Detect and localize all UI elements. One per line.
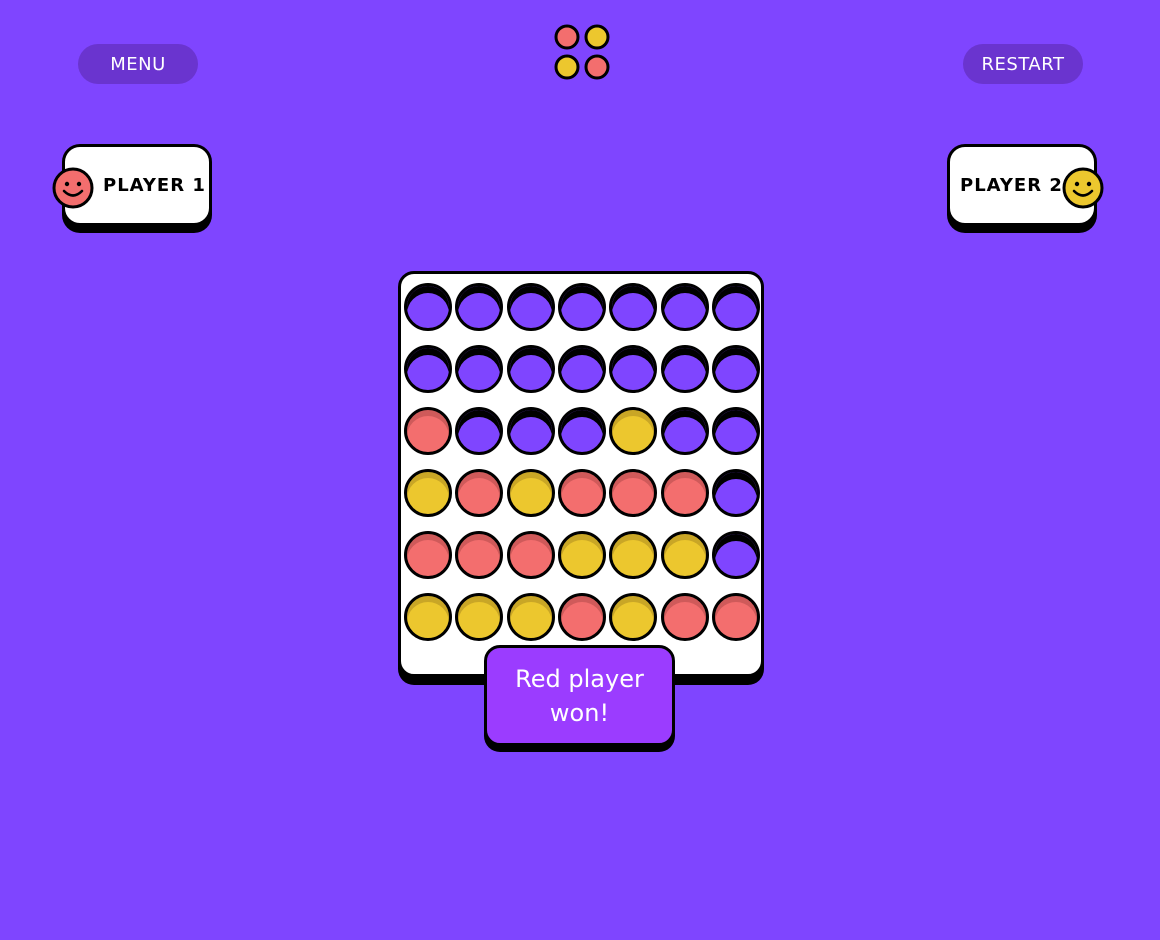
disc-yellow[interactable] xyxy=(506,469,555,517)
board-slot-empty[interactable] xyxy=(711,407,760,455)
smiley-face-icon xyxy=(1062,167,1104,209)
disc-red[interactable] xyxy=(711,593,760,641)
board-slot-empty[interactable] xyxy=(404,283,452,331)
disc-red[interactable] xyxy=(660,593,709,641)
winner-banner: Red player won! xyxy=(484,645,675,746)
disc-red[interactable] xyxy=(609,469,658,517)
menu-button[interactable]: MENU xyxy=(78,44,198,84)
board-slot-empty[interactable] xyxy=(711,345,760,393)
player-2-name: PLAYER 2 xyxy=(960,174,1063,196)
board-slot-empty[interactable] xyxy=(557,345,606,393)
four-discs-logo-icon xyxy=(554,24,610,80)
disc-red[interactable] xyxy=(455,531,504,579)
board-slot-empty[interactable] xyxy=(660,345,709,393)
board-slot-empty[interactable] xyxy=(711,531,760,579)
board-slot-empty[interactable] xyxy=(711,469,760,517)
disc-yellow[interactable] xyxy=(609,593,658,641)
player-1-card: PLAYER 1 xyxy=(52,144,212,226)
restart-button[interactable]: RESTART xyxy=(963,44,1083,84)
disc-yellow[interactable] xyxy=(404,593,452,641)
disc-red[interactable] xyxy=(404,407,452,455)
board-slot-empty[interactable] xyxy=(711,283,760,331)
disc-red[interactable] xyxy=(506,531,555,579)
disc-yellow[interactable] xyxy=(609,407,658,455)
disc-yellow[interactable] xyxy=(404,469,452,517)
player-2-card: PLAYER 2 xyxy=(947,144,1104,226)
player-1-name: PLAYER 1 xyxy=(103,174,206,196)
disc-red[interactable] xyxy=(557,593,606,641)
board-slot-empty[interactable] xyxy=(557,283,606,331)
smiley-face-icon xyxy=(52,167,94,209)
board-slot-empty[interactable] xyxy=(660,407,709,455)
disc-red[interactable] xyxy=(455,469,504,517)
board-slot-empty[interactable] xyxy=(455,407,504,455)
board-slot-empty[interactable] xyxy=(455,283,504,331)
board-slot-empty[interactable] xyxy=(506,407,555,455)
board-slot-empty[interactable] xyxy=(557,407,606,455)
board-slot-empty[interactable] xyxy=(660,283,709,331)
winner-message: Red player won! xyxy=(515,664,644,727)
board-slot-empty[interactable] xyxy=(506,283,555,331)
disc-red[interactable] xyxy=(404,531,452,579)
board-slot-empty[interactable] xyxy=(455,345,504,393)
board-slot-empty[interactable] xyxy=(609,283,658,331)
disc-yellow[interactable] xyxy=(455,593,504,641)
disc-yellow[interactable] xyxy=(557,531,606,579)
game-board xyxy=(398,271,764,677)
disc-yellow[interactable] xyxy=(660,531,709,579)
disc-red[interactable] xyxy=(557,469,606,517)
board-slot-empty[interactable] xyxy=(404,345,452,393)
board-slot-empty[interactable] xyxy=(506,345,555,393)
disc-yellow[interactable] xyxy=(506,593,555,641)
disc-yellow[interactable] xyxy=(609,531,658,579)
board-slot-empty[interactable] xyxy=(609,345,658,393)
disc-red[interactable] xyxy=(660,469,709,517)
